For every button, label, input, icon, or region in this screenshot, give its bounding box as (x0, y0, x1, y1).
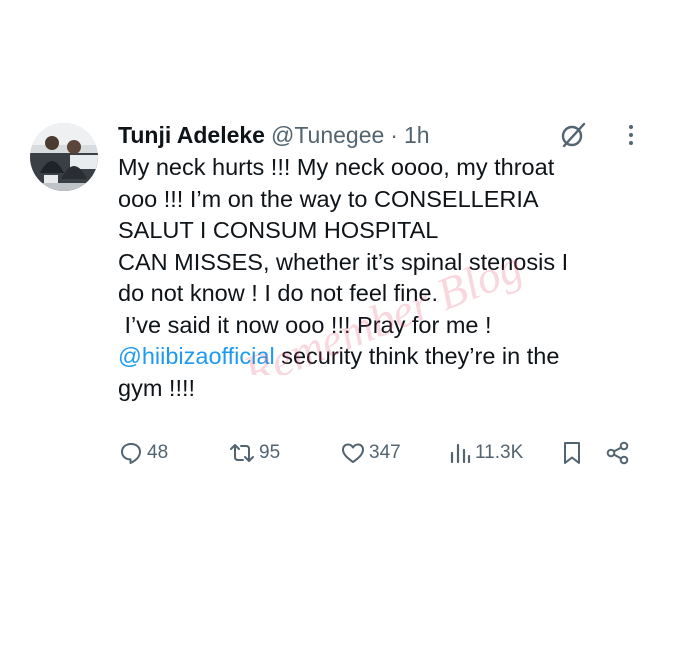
tweet-line: do not know ! I do not feel fine. (118, 280, 439, 306)
like-icon (340, 440, 366, 466)
tweet-line-tail: security think they’re in the (274, 343, 560, 369)
tweet-line: I’ve said it now ooo !!! Pray for me ! (118, 311, 492, 338)
bookmark-button[interactable] (561, 438, 583, 468)
repost-button[interactable]: 95 (228, 438, 280, 468)
reply-button[interactable]: 48 (118, 438, 168, 468)
separator-dot: · (390, 122, 398, 148)
share-icon (605, 440, 631, 466)
author-handle[interactable]: @Tunegee (271, 120, 384, 150)
tweet-text: My neck hurts !!! My neck oooo, my throa… (118, 152, 658, 404)
views-icon (448, 440, 472, 466)
author-name[interactable]: Tunji Adeleke (118, 120, 265, 150)
tweet-line-mention: @hiibizaofficial security think they’re … (118, 341, 658, 373)
tweet-line: My neck hurts !!! My neck oooo, my throa… (118, 154, 555, 180)
mention-link[interactable]: @hiibizaofficial (118, 343, 275, 369)
repost-count: 95 (259, 442, 281, 463)
tweet[interactable]: Tunji Adeleke @Tunegee · 1h My neck hurt… (0, 0, 675, 658)
avatar[interactable] (30, 123, 98, 191)
share-button[interactable] (605, 438, 631, 468)
repost-icon (228, 440, 256, 466)
action-bar: 48 95 347 11.3K (0, 438, 675, 468)
tweet-header: Tunji Adeleke @Tunegee · 1h (118, 120, 430, 150)
timestamp[interactable]: 1h (404, 120, 430, 150)
like-button[interactable]: 347 (340, 438, 401, 468)
tweet-line: ooo !!! I’m on the way to CONSELLERIA (118, 185, 539, 212)
tweet-line: SALUT I CONSUM HOSPITAL (118, 217, 439, 243)
views-button[interactable]: 11.3K (448, 438, 523, 468)
views-count: 11.3K (475, 442, 524, 463)
tweet-line: gym !!!! (118, 374, 196, 401)
bookmark-icon (561, 440, 583, 466)
grok-icon[interactable] (558, 120, 588, 150)
like-count: 347 (369, 442, 401, 463)
reply-icon (118, 440, 144, 466)
more-icon[interactable] (616, 120, 646, 150)
reply-count: 48 (147, 442, 169, 463)
tweet-line: CAN MISSES, whether it’s spinal stenosis… (118, 248, 569, 275)
